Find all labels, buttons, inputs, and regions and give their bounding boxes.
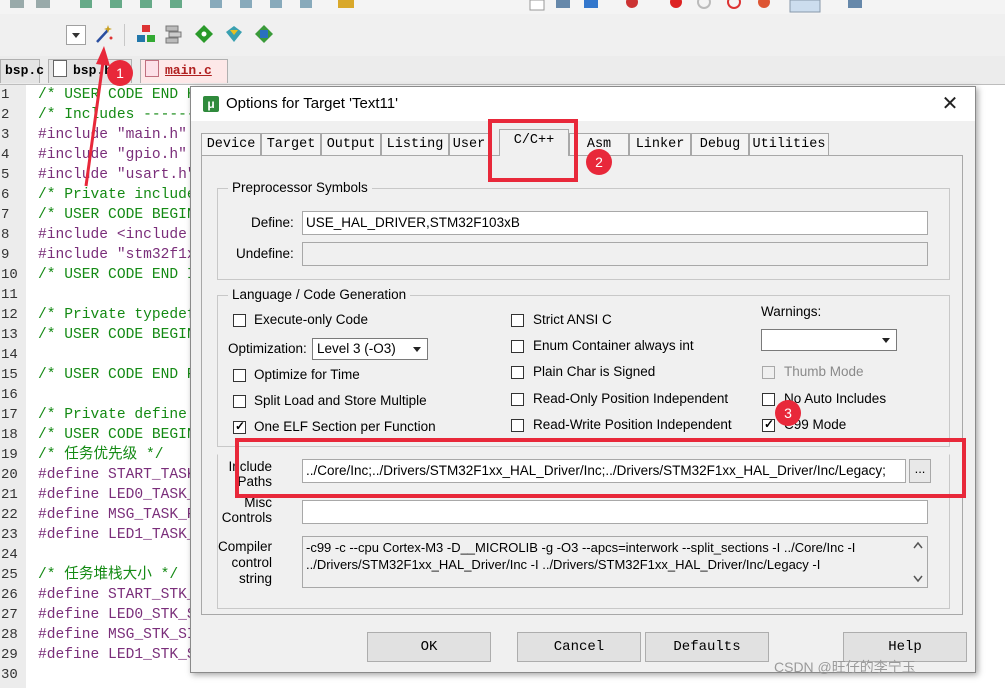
annotation-badge-2: 2 — [586, 149, 612, 175]
csdn-watermark: CSDN @旺仔的李宁玉 — [774, 659, 916, 675]
annotation-badge-1: 1 — [107, 60, 133, 86]
tab-c-cpp[interactable]: C/C++ — [499, 129, 569, 156]
annotation-box-include-paths — [235, 438, 966, 498]
annotation-arrow — [84, 46, 110, 187]
annotation-badge-3: 3 — [775, 400, 801, 426]
